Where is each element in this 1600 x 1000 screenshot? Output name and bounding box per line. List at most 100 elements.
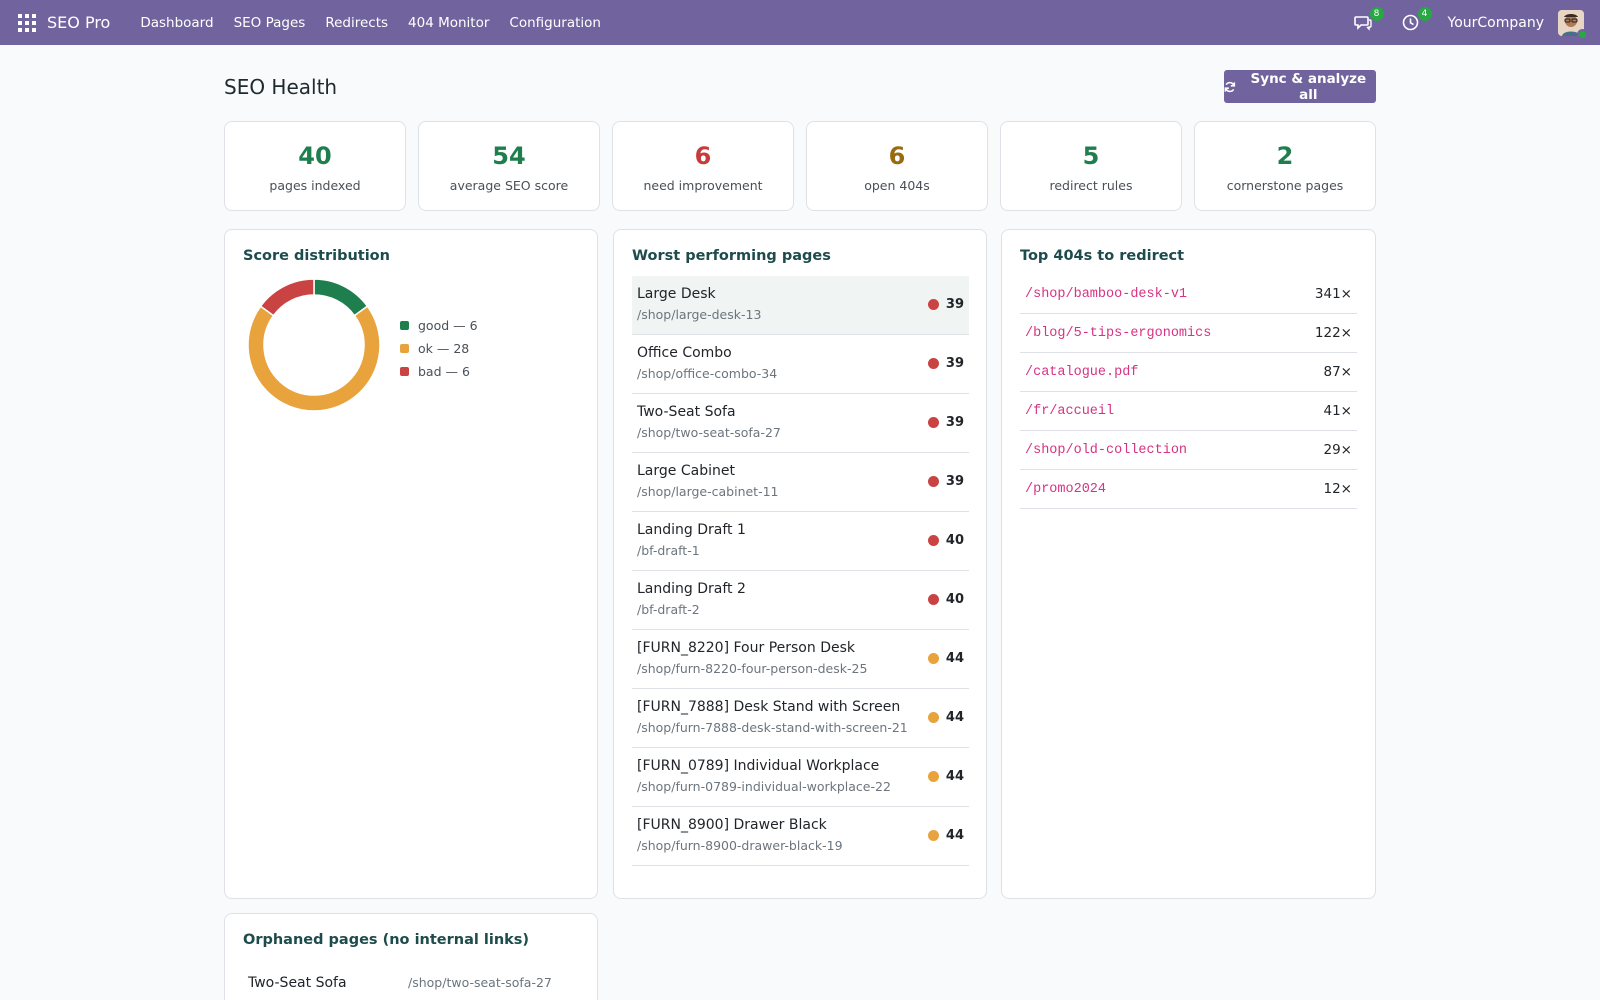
top-404-row[interactable]: /fr/accueil 41× xyxy=(1020,392,1357,431)
page-name: [FURN_8220] Four Person Desk xyxy=(637,640,855,656)
kpi-average-seo-score[interactable]: 54 average SEO score xyxy=(418,121,600,211)
404-url: /fr/accueil xyxy=(1025,403,1115,419)
worst-page-row[interactable]: Large Desk/shop/large-desk-13 39 xyxy=(632,276,969,335)
score-value: 44 xyxy=(945,769,964,784)
menu-item-dashboard[interactable]: Dashboard xyxy=(130,15,223,31)
score-badge: 39 xyxy=(927,474,964,489)
kpi-value: 40 xyxy=(298,142,332,170)
404-url: /shop/old-collection xyxy=(1025,442,1188,458)
score-status-icon xyxy=(927,830,939,841)
kpi-cornerstone-pages[interactable]: 2 cornerstone pages xyxy=(1194,121,1376,211)
activities-count-badge: 4 xyxy=(1417,6,1432,21)
score-value: 40 xyxy=(945,592,964,607)
404-url: /shop/bamboo-desk-v1 xyxy=(1025,286,1188,302)
card-title: Top 404s to redirect xyxy=(1020,248,1185,264)
donut-slice-good[interactable] xyxy=(313,278,369,317)
score-status-icon xyxy=(927,299,939,310)
404-hit-count: 12× xyxy=(1323,481,1353,497)
top-404-row[interactable]: /catalogue.pdf 87× xyxy=(1020,353,1357,392)
kpi-value: 6 xyxy=(694,142,712,170)
main-menu: Dashboard SEO Pages Redirects 404 Monito… xyxy=(130,15,611,31)
apps-grid-icon[interactable] xyxy=(18,13,36,32)
kpi-value: 6 xyxy=(888,142,906,170)
page-name: Two-Seat Sofa xyxy=(637,404,736,420)
score-badge: 39 xyxy=(927,415,964,430)
score-status-icon xyxy=(927,358,939,369)
top-404-row[interactable]: /shop/old-collection 29× xyxy=(1020,431,1357,470)
404-hit-count: 87× xyxy=(1323,364,1353,380)
page-url: /bf-draft-2 xyxy=(637,602,700,617)
worst-page-row[interactable]: [FURN_8900] Drawer Black/shop/furn-8900-… xyxy=(632,807,969,866)
sync-analyze-button[interactable]: Sync & analyze all xyxy=(1224,70,1376,103)
page-url: /bf-draft-1 xyxy=(637,543,700,558)
worst-page-row[interactable]: Landing Draft 1/bf-draft-1 40 xyxy=(632,512,969,571)
menu-item-seo-pages[interactable]: SEO Pages xyxy=(224,15,316,31)
page-url: /shop/furn-7888-desk-stand-with-screen-2… xyxy=(637,720,908,735)
legend-swatch xyxy=(400,321,409,330)
top-404-row[interactable]: /blog/5-tips-ergonomics 122× xyxy=(1020,314,1357,353)
top-navbar: SEO Pro Dashboard SEO Pages Redirects 40… xyxy=(0,0,1600,45)
menu-item-404-monitor[interactable]: 404 Monitor xyxy=(398,15,499,31)
page-url: /shop/two-seat-sofa-27 xyxy=(637,425,781,440)
score-value: 44 xyxy=(945,828,964,843)
card-title: Worst performing pages xyxy=(632,248,831,264)
kpi-need-improvement[interactable]: 6 need improvement xyxy=(612,121,794,211)
page-name: Large Cabinet xyxy=(637,463,735,479)
score-badge: 44 xyxy=(927,769,964,784)
donut-slice-ok[interactable] xyxy=(247,305,381,412)
app-brand[interactable]: SEO Pro xyxy=(47,13,110,32)
worst-page-row[interactable]: Large Cabinet/shop/large-cabinet-11 39 xyxy=(632,453,969,512)
worst-page-row[interactable]: Landing Draft 2/bf-draft-2 40 xyxy=(632,571,969,630)
worst-page-row[interactable]: [FURN_8220] Four Person Desk/shop/furn-8… xyxy=(632,630,969,689)
top-404-row[interactable]: /shop/bamboo-desk-v1 341× xyxy=(1020,275,1357,314)
menu-item-configuration[interactable]: Configuration xyxy=(499,15,611,31)
page-url: /shop/large-cabinet-11 xyxy=(637,484,779,499)
kpi-redirect-rules[interactable]: 5 redirect rules xyxy=(1000,121,1182,211)
404-url: /promo2024 xyxy=(1025,481,1107,497)
kpi-label: average SEO score xyxy=(449,178,569,193)
404-url: /catalogue.pdf xyxy=(1025,364,1139,380)
donut-slice-bad[interactable] xyxy=(259,278,315,317)
activities-button[interactable]: 4 xyxy=(1400,6,1432,34)
top-404s-card: Top 404s to redirect /shop/bamboo-desk-v… xyxy=(1001,229,1376,899)
legend-label: ok — 28 xyxy=(418,341,470,356)
score-value: 39 xyxy=(945,474,964,489)
score-badge: 44 xyxy=(927,651,964,666)
kpi-label: cornerstone pages xyxy=(1226,178,1344,193)
user-avatar[interactable] xyxy=(1558,9,1588,40)
refresh-icon xyxy=(1224,81,1236,92)
score-status-icon xyxy=(927,653,939,664)
404-hit-count: 29× xyxy=(1323,442,1353,458)
kpi-label: need improvement xyxy=(643,178,763,193)
page-name: Landing Draft 2 xyxy=(637,581,746,597)
worst-pages-card: Worst performing pages Large Desk/shop/l… xyxy=(613,229,987,899)
kpi-label: open 404s xyxy=(864,178,930,193)
worst-page-row[interactable]: [FURN_0789] Individual Workplace/shop/fu… xyxy=(632,748,969,807)
messages-button[interactable]: 8 xyxy=(1352,6,1384,34)
kpi-value: 54 xyxy=(492,142,526,170)
worst-page-row[interactable]: Office Combo/shop/office-combo-34 39 xyxy=(632,335,969,394)
kpi-label: redirect rules xyxy=(1049,178,1133,193)
404-hit-count: 341× xyxy=(1314,286,1352,302)
score-status-icon xyxy=(927,535,939,546)
score-value: 39 xyxy=(945,356,964,371)
kpi-value: 2 xyxy=(1276,142,1294,170)
orphaned-page-url: /shop/two-seat-sofa-27 xyxy=(408,975,552,990)
company-switcher[interactable]: YourCompany xyxy=(1448,15,1545,31)
orphaned-page-name: Two-Seat Sofa xyxy=(248,974,347,991)
worst-page-row[interactable]: Two-Seat Sofa/shop/two-seat-sofa-27 39 xyxy=(632,394,969,453)
sync-analyze-label: Sync & analyze all xyxy=(1250,70,1367,103)
page-name: Landing Draft 1 xyxy=(637,522,746,538)
menu-item-redirects[interactable]: Redirects xyxy=(315,15,398,31)
worst-page-row[interactable]: [FURN_7888] Desk Stand with Screen/shop/… xyxy=(632,689,969,748)
kpi-open-404s[interactable]: 6 open 404s xyxy=(806,121,988,211)
score-badge: 44 xyxy=(927,710,964,725)
score-status-icon xyxy=(927,476,939,487)
orphaned-row[interactable]: Two-Seat Sofa /shop/two-seat-sofa-27 xyxy=(243,964,580,1000)
kpi-pages-indexed[interactable]: 40 pages indexed xyxy=(224,121,406,211)
score-status-icon xyxy=(927,771,939,782)
clock-icon xyxy=(1402,14,1419,31)
page-name: [FURN_7888] Desk Stand with Screen xyxy=(637,699,901,715)
top-404-row[interactable]: /promo2024 12× xyxy=(1020,470,1357,509)
score-value: 44 xyxy=(945,710,964,725)
